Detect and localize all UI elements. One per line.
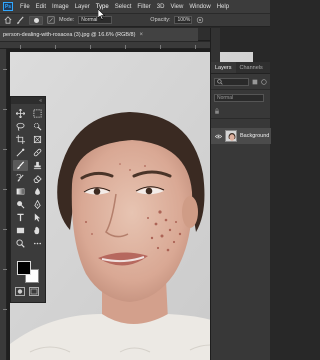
blend-mode-dropdown[interactable]: Normal	[214, 93, 264, 102]
collapse-panel-icon[interactable]: «	[39, 98, 42, 104]
type-icon	[17, 213, 24, 222]
brush-preset-picker[interactable]	[29, 15, 43, 25]
opacity-field[interactable]: 100%	[174, 16, 193, 24]
crop-icon	[16, 135, 25, 144]
layer-thumbnail	[225, 130, 237, 142]
arrow-pointer-icon	[34, 213, 41, 222]
type-tool[interactable]	[13, 212, 28, 223]
mouse-pointer-icon	[98, 9, 106, 20]
stamp-icon	[33, 161, 42, 170]
menu-bar: Ps File Edit Image Layer Type Select Fil…	[0, 0, 270, 13]
vertical-ruler[interactable]	[0, 49, 7, 360]
gradient-icon	[16, 188, 25, 195]
options-bar: Mode: Normal Opacity: 100%	[0, 13, 270, 27]
menu-filter[interactable]: Filter	[134, 4, 153, 10]
blur-tool[interactable]	[30, 186, 45, 197]
layer-filter-dropdown[interactable]	[214, 77, 250, 86]
eraser-tool[interactable]	[30, 173, 45, 184]
screen-mode-icon[interactable]	[29, 287, 39, 296]
tools-panel: «	[10, 96, 46, 303]
brush-icon	[17, 161, 25, 170]
zoom-tool[interactable]	[13, 238, 28, 249]
eraser-icon	[33, 175, 42, 183]
color-swatches	[17, 261, 41, 283]
menu-help[interactable]: Help	[214, 4, 232, 10]
quick-mask-icon[interactable]	[15, 287, 25, 296]
bandage-icon	[33, 148, 42, 157]
tab-channels[interactable]: Channels	[236, 62, 267, 73]
quick-selection-icon	[33, 122, 42, 131]
clone-stamp-tool[interactable]	[30, 160, 45, 171]
photoshop-logo: Ps	[3, 2, 13, 11]
document-tab-title: person-dealing-with-rosacea (3).jpg @ 16…	[3, 31, 136, 38]
menu-edit[interactable]: Edit	[33, 4, 49, 10]
mode-label: Mode:	[59, 17, 75, 23]
layer-filter-row	[214, 76, 267, 87]
filter-adjustment-icon[interactable]	[261, 78, 267, 85]
brush-tool[interactable]	[13, 160, 28, 171]
move-tool[interactable]	[13, 108, 28, 119]
quick-selection-tool[interactable]	[30, 121, 45, 132]
menu-3d[interactable]: 3D	[154, 4, 168, 10]
rectangle-tool[interactable]	[13, 225, 28, 236]
horizontal-ruler[interactable]	[0, 42, 210, 49]
droplet-icon	[35, 187, 40, 195]
menu-view[interactable]: View	[167, 4, 186, 10]
panel-tabs: Layers Channels	[211, 62, 270, 74]
dodge-tool[interactable]	[13, 199, 28, 210]
tab-layers[interactable]: Layers	[211, 62, 236, 73]
pen-icon	[34, 200, 41, 209]
history-brush-tool[interactable]	[13, 173, 28, 184]
eye-icon[interactable]	[215, 134, 222, 139]
brush-tool-icon[interactable]	[16, 16, 25, 25]
menu-image[interactable]: Image	[49, 4, 72, 10]
lasso-icon	[16, 122, 25, 131]
brush-settings-icon[interactable]	[47, 16, 55, 24]
brush-tip-preview	[33, 17, 39, 23]
gradient-tool[interactable]	[13, 186, 28, 197]
crop-tool[interactable]	[13, 134, 28, 145]
pressure-opacity-icon[interactable]	[196, 16, 204, 24]
pen-tool[interactable]	[30, 199, 45, 210]
path-selection-tool[interactable]	[30, 212, 45, 223]
foreground-color-swatch[interactable]	[17, 261, 31, 275]
home-icon[interactable]	[4, 16, 12, 24]
menu-layer[interactable]: Layer	[72, 4, 93, 10]
mode-dropdown[interactable]: Normal	[78, 16, 113, 24]
layer-row-background[interactable]: Background	[211, 128, 271, 144]
lasso-tool[interactable]	[13, 121, 28, 132]
rectangle-marquee-icon	[33, 109, 42, 118]
frame-tool[interactable]	[30, 134, 45, 145]
history-brush-icon	[16, 174, 24, 182]
tools-panel-header[interactable]: «	[11, 97, 45, 104]
healing-brush-tool[interactable]	[30, 147, 45, 158]
search-icon	[217, 78, 223, 85]
close-tab-icon[interactable]: ×	[139, 32, 143, 38]
menu-select[interactable]: Select	[112, 4, 135, 10]
frame-icon	[33, 135, 42, 144]
zoom-icon	[16, 239, 25, 248]
hand-icon	[34, 226, 40, 235]
document-tab[interactable]: person-dealing-with-rosacea (3).jpg @ 16…	[0, 28, 198, 41]
hand-tool[interactable]	[30, 225, 45, 236]
menu-file[interactable]: File	[17, 4, 33, 10]
blend-mode-row: Normal	[214, 92, 267, 103]
thumbnail-portrait	[226, 131, 236, 141]
lock-icon[interactable]	[214, 107, 220, 114]
dodge-icon	[17, 201, 25, 209]
more-dots-icon	[33, 242, 42, 245]
more-tools[interactable]	[30, 238, 45, 249]
eyedropper-icon	[16, 148, 25, 157]
lock-row	[214, 105, 267, 116]
menu-window[interactable]: Window	[186, 4, 213, 10]
rectangle-shape-icon	[16, 227, 25, 234]
document-tab-bar: person-dealing-with-rosacea (3).jpg @ 16…	[0, 28, 210, 41]
opacity-label: Opacity:	[150, 17, 171, 23]
filter-pixel-icon[interactable]	[252, 79, 258, 85]
layer-name: Background	[240, 133, 270, 139]
layers-panel: Layers Channels Normal Background	[210, 62, 271, 360]
marquee-tool[interactable]	[30, 108, 45, 119]
eyedropper-tool[interactable]	[13, 147, 28, 158]
move-icon	[16, 109, 25, 118]
